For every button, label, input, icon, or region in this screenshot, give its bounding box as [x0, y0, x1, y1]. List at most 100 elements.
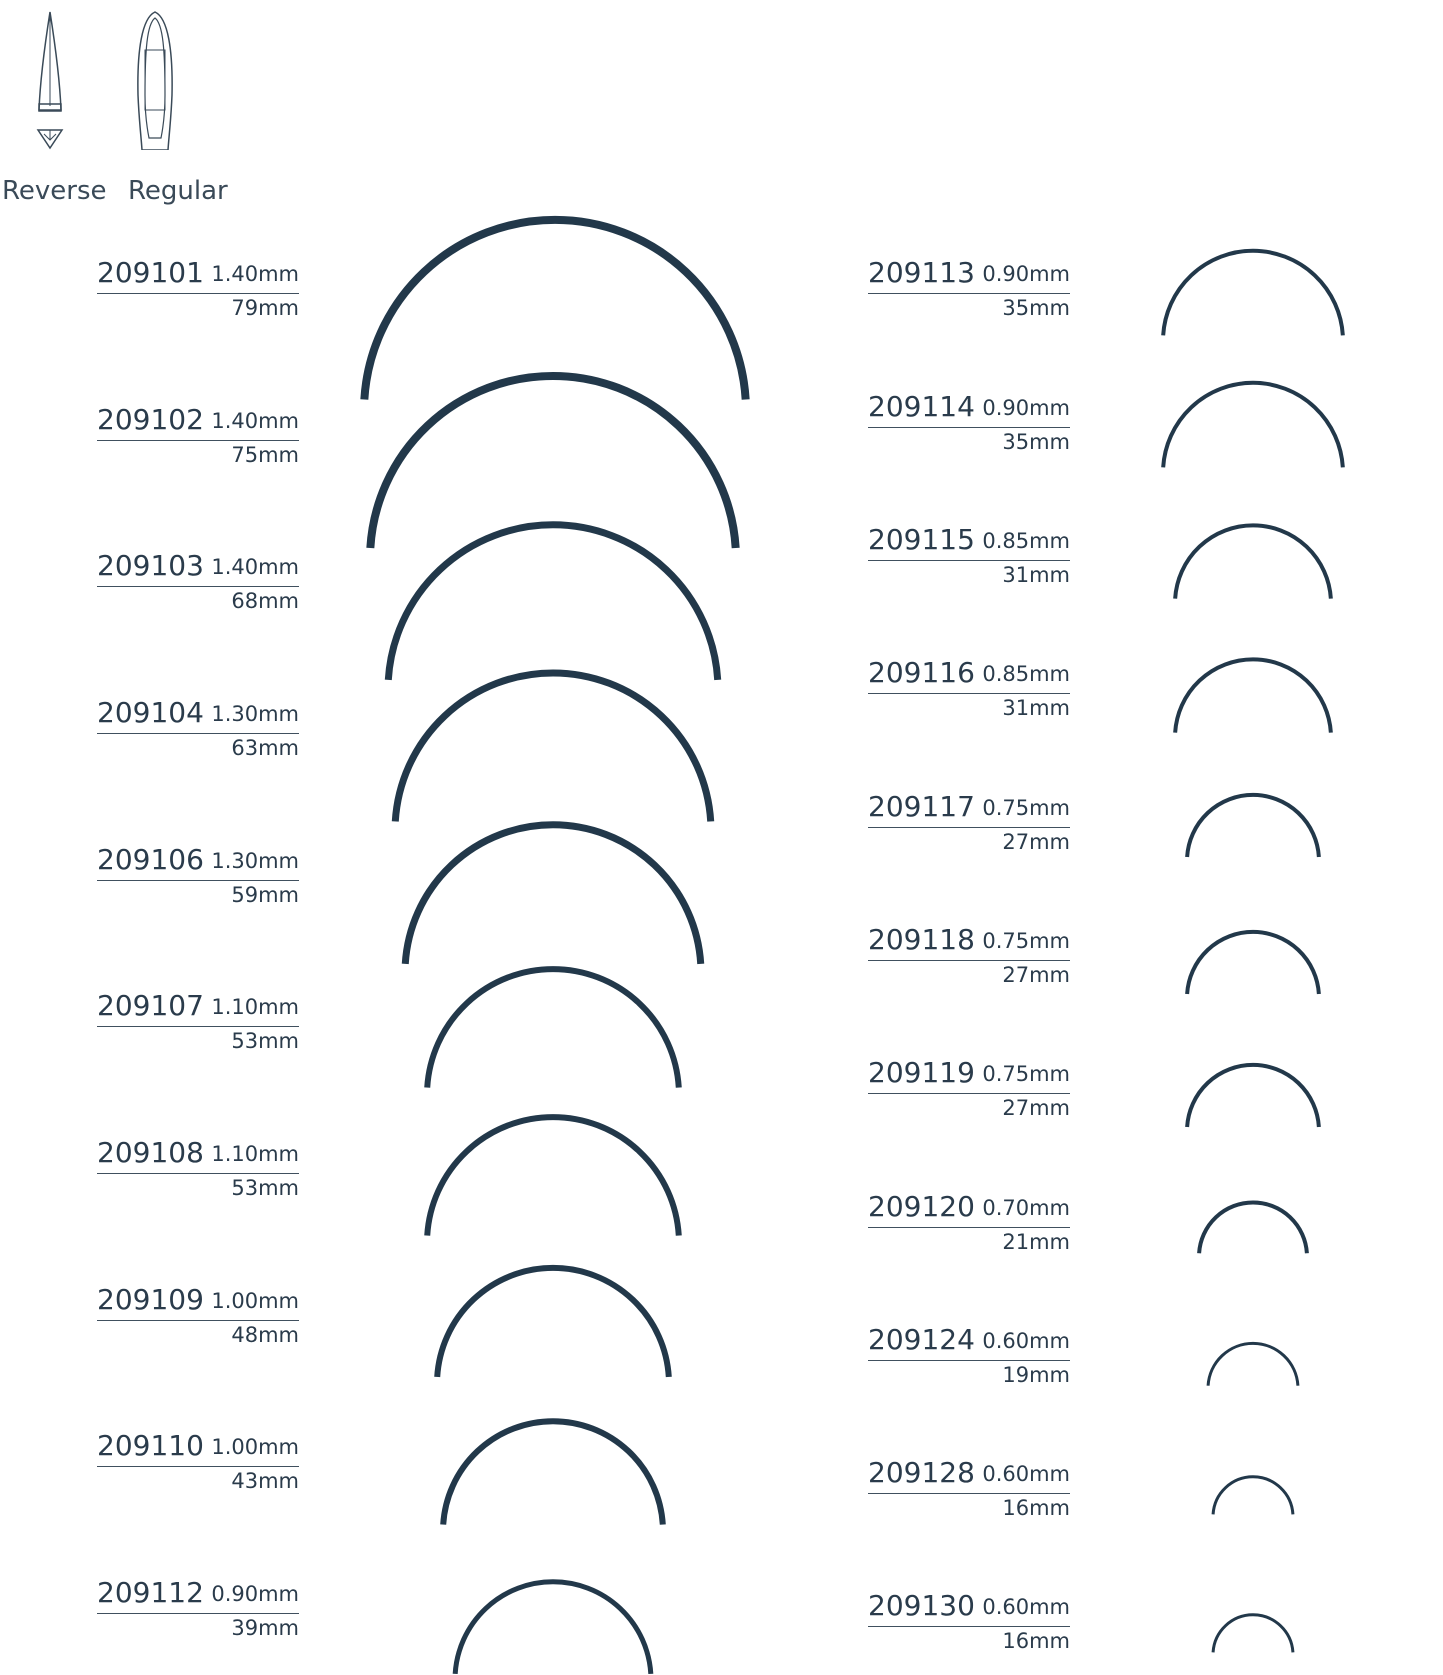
divider	[97, 440, 299, 441]
wire-diameter: 1.30mm	[211, 849, 299, 873]
needle-209107	[424, 966, 682, 1088]
needle-length: 79mm	[231, 296, 299, 320]
wire-diameter: 0.60mm	[982, 1462, 1070, 1486]
needle-209118	[1185, 929, 1321, 995]
needle-length: 63mm	[231, 736, 299, 760]
product-code: 209118	[868, 923, 975, 956]
divider	[868, 960, 1070, 961]
needle-entry-209114: 209114 0.90mm 35mm	[868, 390, 1070, 460]
needle-209119	[1185, 1062, 1321, 1128]
wire-diameter: 1.40mm	[211, 262, 299, 286]
needle-length: 35mm	[1002, 296, 1070, 320]
wire-diameter: 0.60mm	[982, 1595, 1070, 1619]
needle-entry-209103: 209103 1.40mm 68mm	[97, 549, 299, 619]
needle-209110	[440, 1418, 666, 1525]
needle-length: 68mm	[231, 589, 299, 613]
needle-entry-209124: 209124 0.60mm 19mm	[868, 1323, 1070, 1393]
needle-209114	[1161, 380, 1345, 468]
needle-209117	[1185, 792, 1321, 858]
divider	[97, 880, 299, 881]
wire-diameter: 0.90mm	[982, 396, 1070, 420]
wire-diameter: 0.75mm	[982, 929, 1070, 953]
needle-length: 31mm	[1002, 696, 1070, 720]
wire-diameter: 1.00mm	[211, 1435, 299, 1459]
needle-length: 27mm	[1002, 830, 1070, 854]
needle-entry-209116: 209116 0.85mm 31mm	[868, 656, 1070, 726]
product-code: 209108	[97, 1136, 204, 1169]
needle-length: 43mm	[231, 1469, 299, 1493]
needle-entry-209102: 209102 1.40mm 75mm	[97, 403, 299, 473]
wire-diameter: 0.60mm	[982, 1329, 1070, 1353]
wire-diameter: 1.10mm	[211, 995, 299, 1019]
divider	[868, 560, 1070, 561]
needle-209109	[434, 1264, 672, 1378]
divider	[868, 427, 1070, 428]
product-code: 209128	[868, 1456, 975, 1489]
divider	[868, 693, 1070, 694]
product-code: 209109	[97, 1283, 204, 1316]
needle-entry-209104: 209104 1.30mm 63mm	[97, 696, 299, 766]
wire-diameter: 0.70mm	[982, 1196, 1070, 1220]
needle-209130	[1211, 1613, 1295, 1653]
needle-length: 35mm	[1002, 430, 1070, 454]
product-code: 209114	[868, 390, 975, 423]
needle-209128	[1211, 1475, 1295, 1515]
wire-diameter: 0.85mm	[982, 662, 1070, 686]
product-code: 209110	[97, 1429, 204, 1462]
needle-209104	[391, 669, 715, 822]
divider	[868, 1227, 1070, 1228]
wire-diameter: 0.90mm	[211, 1582, 299, 1606]
needle-209108	[424, 1114, 682, 1236]
needle-length: 27mm	[1002, 1096, 1070, 1120]
needle-length: 59mm	[231, 883, 299, 907]
product-code: 209130	[868, 1589, 975, 1622]
product-code: 209117	[868, 790, 975, 823]
wire-diameter: 0.75mm	[982, 1062, 1070, 1086]
needle-entry-209120: 209120 0.70mm 21mm	[868, 1190, 1070, 1260]
needle-length: 31mm	[1002, 563, 1070, 587]
product-code: 209115	[868, 523, 975, 556]
needle-entry-209110: 209110 1.00mm 43mm	[97, 1429, 299, 1499]
needle-entry-209112: 209112 0.90mm 39mm	[97, 1576, 299, 1646]
needle-length: 27mm	[1002, 963, 1070, 987]
needle-entry-209106: 209106 1.30mm 59mm	[97, 843, 299, 913]
product-code: 209116	[868, 656, 975, 689]
needle-length: 53mm	[231, 1176, 299, 1200]
needle-length: 75mm	[231, 443, 299, 467]
needle-length: 16mm	[1002, 1496, 1070, 1520]
divider	[868, 1493, 1070, 1494]
product-code: 209120	[868, 1190, 975, 1223]
divider	[97, 293, 299, 294]
product-code: 209106	[97, 843, 204, 876]
needle-209120	[1197, 1200, 1309, 1254]
needle-209124	[1206, 1341, 1300, 1386]
wire-diameter: 0.90mm	[982, 262, 1070, 286]
wire-diameter: 0.85mm	[982, 529, 1070, 553]
divider	[97, 1173, 299, 1174]
needle-drawings	[360, 215, 1345, 1675]
needle-length: 39mm	[231, 1616, 299, 1640]
needle-entry-209117: 209117 0.75mm 27mm	[868, 790, 1070, 860]
divider	[97, 733, 299, 734]
product-code: 209103	[97, 549, 204, 582]
product-code: 209101	[97, 256, 204, 289]
divider	[97, 1026, 299, 1027]
needle-entry-209115: 209115 0.85mm 31mm	[868, 523, 1070, 593]
product-code: 209112	[97, 1576, 204, 1609]
wire-diameter: 1.10mm	[211, 1142, 299, 1166]
needle-entry-209119: 209119 0.75mm 27mm	[868, 1056, 1070, 1126]
divider	[97, 1320, 299, 1321]
needle-entry-209107: 209107 1.10mm 53mm	[97, 989, 299, 1059]
needle-entry-209108: 209108 1.10mm 53mm	[97, 1136, 299, 1206]
needle-209103	[384, 521, 722, 681]
product-code: 209107	[97, 989, 204, 1022]
wire-diameter: 1.00mm	[211, 1289, 299, 1313]
wire-diameter: 1.40mm	[211, 409, 299, 433]
divider	[97, 1613, 299, 1614]
divider	[868, 1360, 1070, 1361]
divider	[868, 827, 1070, 828]
needle-209116	[1173, 657, 1333, 733]
needle-length: 21mm	[1002, 1230, 1070, 1254]
needle-length: 48mm	[231, 1323, 299, 1347]
divider	[97, 1466, 299, 1467]
